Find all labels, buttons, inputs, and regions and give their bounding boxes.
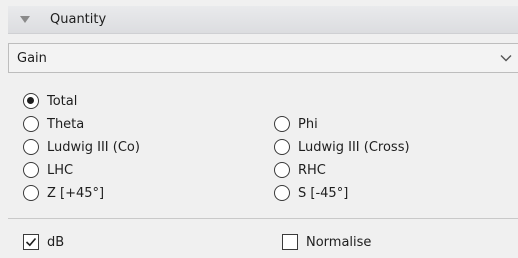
radio-label-ludwig-cross: Ludwig III (Cross) — [298, 139, 410, 155]
checkbox-box-checked[interactable] — [23, 234, 39, 250]
radio-ludwig-co[interactable]: Ludwig III (Co) — [23, 136, 140, 158]
radio-label-z45: Z [+45°] — [47, 185, 105, 201]
radio-theta[interactable]: Theta — [23, 113, 84, 135]
radio-button[interactable] — [274, 139, 290, 155]
quantity-dropdown[interactable]: Gain — [8, 43, 518, 73]
radio-lhc[interactable]: LHC — [23, 159, 73, 181]
radio-s45[interactable]: S [-45°] — [274, 182, 348, 204]
radio-label-total: Total — [47, 93, 78, 109]
radio-label-s45: S [-45°] — [298, 185, 349, 201]
radio-z45[interactable]: Z [+45°] — [23, 182, 104, 204]
radio-button[interactable] — [23, 162, 39, 178]
radio-button[interactable] — [274, 116, 290, 132]
db-checkbox[interactable]: dB — [23, 231, 64, 253]
chevron-down-icon[interactable] — [500, 52, 512, 64]
radio-total[interactable]: Total — [23, 90, 77, 112]
radio-button[interactable] — [23, 116, 39, 132]
radio-label-phi: Phi — [298, 116, 318, 132]
section-divider — [8, 218, 518, 219]
section-title: Quantity — [50, 12, 107, 27]
collapse-triangle-icon[interactable] — [20, 16, 30, 23]
radio-label-rhc: RHC — [298, 162, 326, 178]
radio-button[interactable] — [23, 185, 39, 201]
radio-button[interactable] — [274, 185, 290, 201]
radio-button[interactable] — [23, 139, 39, 155]
checkbox-label-normalise: Normalise — [306, 234, 372, 250]
radio-rhc[interactable]: RHC — [274, 159, 326, 181]
dropdown-selected-value: Gain — [17, 50, 47, 66]
radio-label-theta: Theta — [47, 116, 85, 132]
radio-ludwig-cross[interactable]: Ludwig III (Cross) — [274, 136, 410, 158]
radio-button[interactable] — [274, 162, 290, 178]
quantity-panel: Quantity Gain Total Theta Phi Ludwig III… — [0, 0, 518, 258]
checkmark-icon — [25, 237, 37, 247]
checkbox-box[interactable] — [282, 234, 298, 250]
checkbox-label-db: dB — [47, 234, 65, 250]
radio-button-checked[interactable] — [23, 93, 39, 109]
radio-phi[interactable]: Phi — [274, 113, 318, 135]
radio-label-ludwig-co: Ludwig III (Co) — [47, 139, 140, 155]
radio-label-lhc: LHC — [47, 162, 74, 178]
quantity-section-header[interactable]: Quantity — [8, 6, 518, 34]
normalise-checkbox[interactable]: Normalise — [282, 231, 371, 253]
